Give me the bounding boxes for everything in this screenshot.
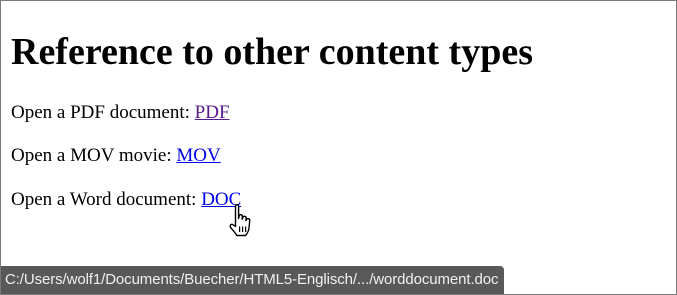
mov-line: Open a MOV movie: MOV <box>11 145 221 167</box>
pdf-link[interactable]: PDF <box>195 102 230 123</box>
mov-link[interactable]: MOV <box>176 145 220 166</box>
doc-line-text: Open a Word document: <box>11 189 202 210</box>
page-content: Reference to other content types Open a … <box>11 1 666 210</box>
doc-line: Open a Word document: DOC <box>11 189 241 211</box>
doc-link[interactable]: DOC <box>201 189 241 210</box>
pdf-line: Open a PDF document: PDF <box>11 102 230 124</box>
page-title: Reference to other content types <box>11 31 533 73</box>
browser-viewport: Reference to other content types Open a … <box>0 0 677 295</box>
pdf-line-text: Open a PDF document: <box>11 102 195 123</box>
status-bar-url: C:/Users/wolf1/Documents/Buecher/HTML5-E… <box>1 266 505 294</box>
mov-line-text: Open a MOV movie: <box>11 145 177 166</box>
